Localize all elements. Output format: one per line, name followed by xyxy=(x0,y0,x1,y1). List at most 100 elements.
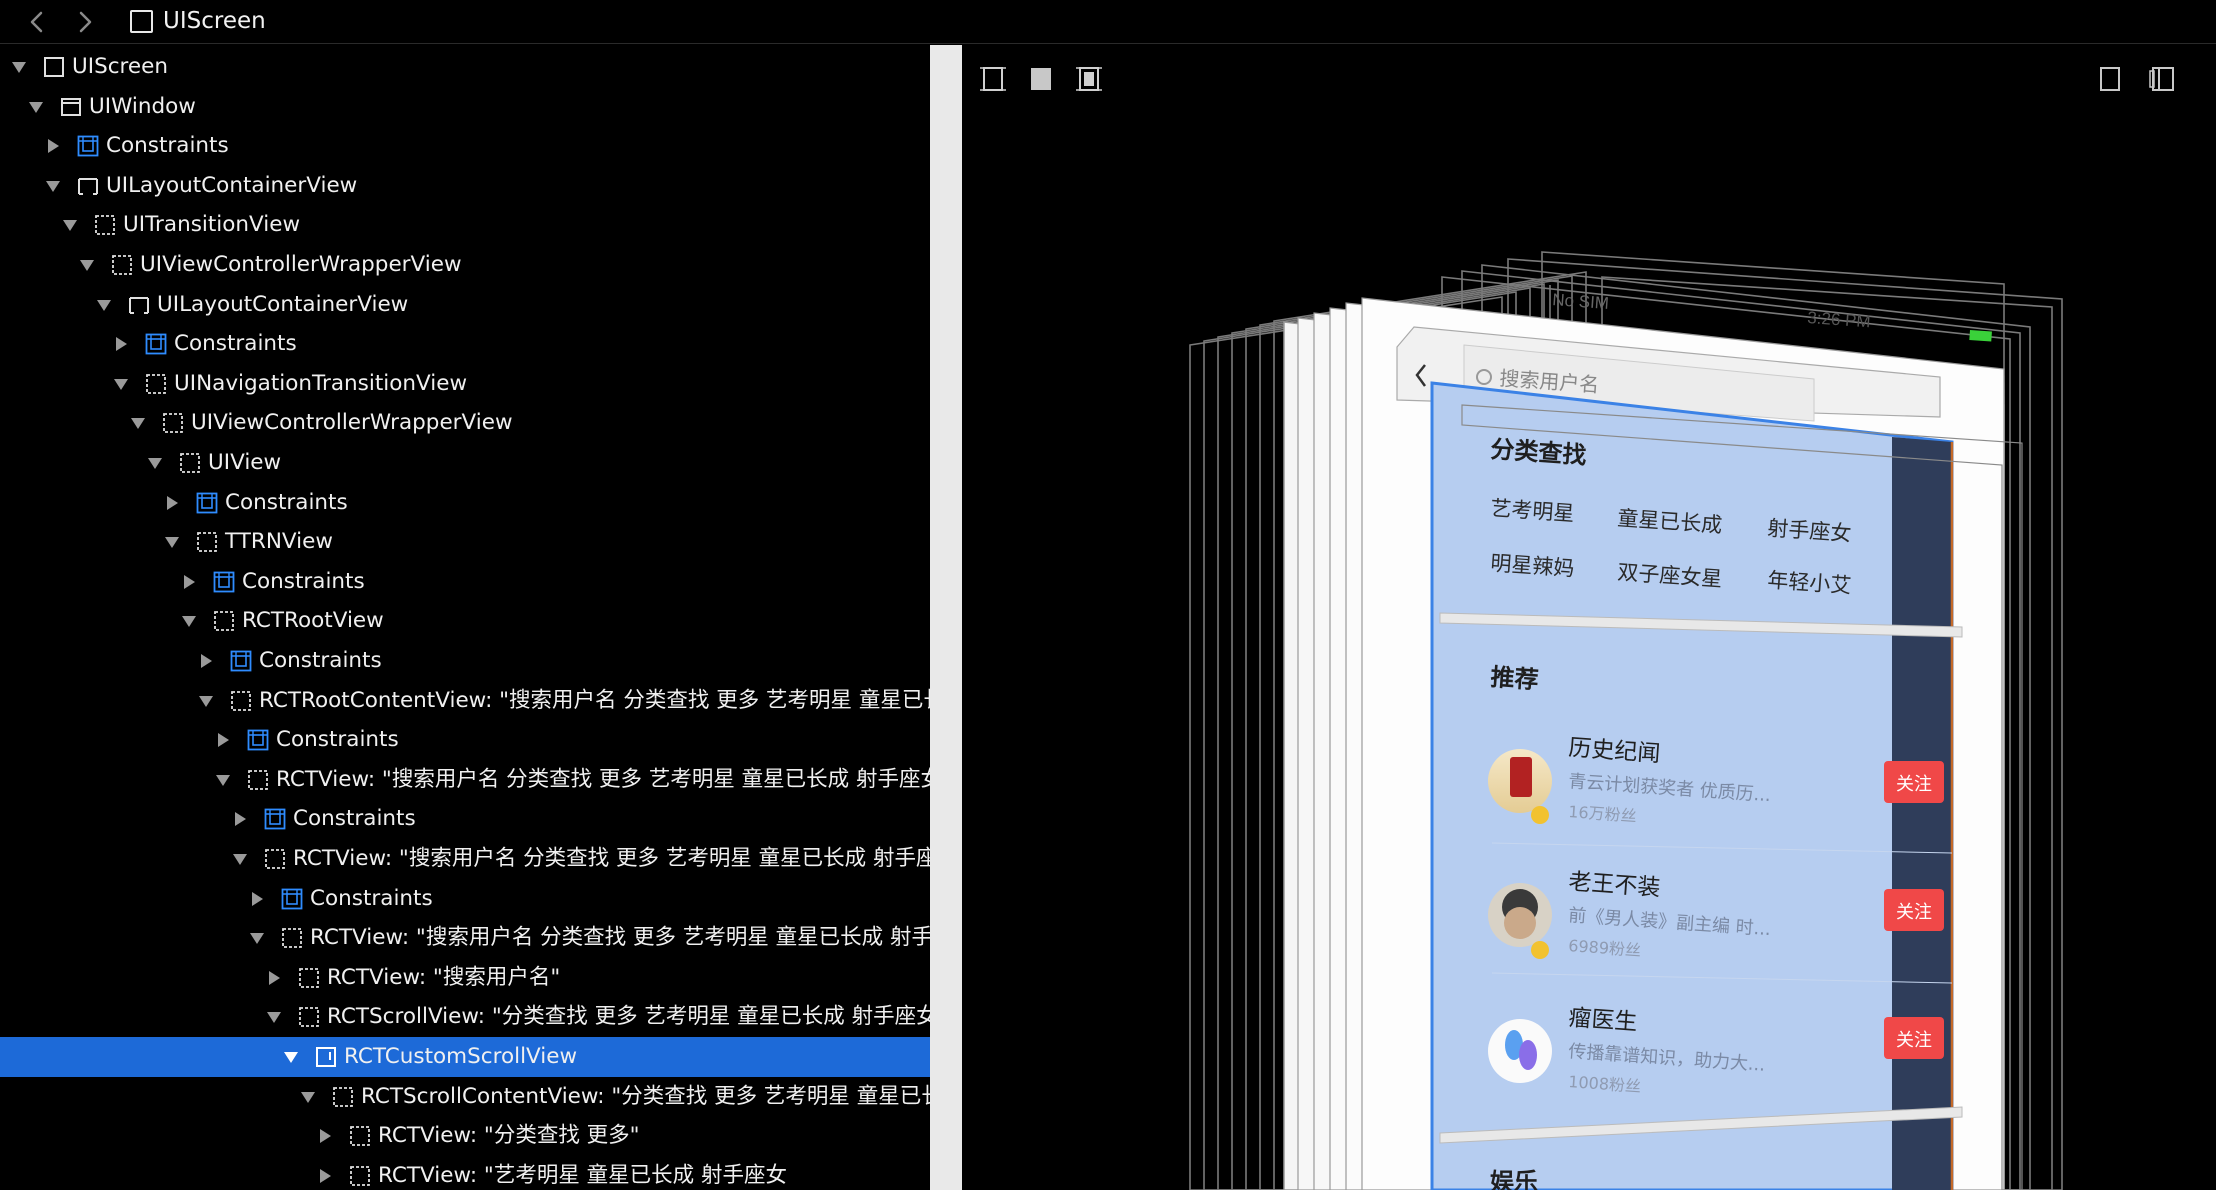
screen-icon xyxy=(43,56,65,78)
view-icon xyxy=(111,254,133,276)
disclosure-collapsed-icon[interactable] xyxy=(197,653,215,669)
disclosure-expanded-icon[interactable] xyxy=(231,851,249,867)
tree-row[interactable]: Constraints xyxy=(0,126,930,166)
tree-row[interactable]: RCTView: "搜索用户名 分类查找 更多 艺考明星 童星已长成 射手座女 xyxy=(0,839,930,879)
tree-row[interactable]: Constraints xyxy=(0,799,930,839)
tree-row[interactable]: TTRNView xyxy=(0,522,930,562)
tree-row[interactable]: RCTRootContentView: "搜索用户名 分类查找 更多 艺考明星 … xyxy=(0,681,930,721)
constraints-icon xyxy=(264,808,286,830)
view-icon xyxy=(264,848,286,870)
tree-row-label: UINavigationTransitionView xyxy=(174,370,468,396)
tree-row-label: UIWindow xyxy=(89,93,196,119)
disclosure-expanded-icon[interactable] xyxy=(44,178,62,194)
constraints-icon xyxy=(230,650,252,672)
disclosure-collapsed-icon[interactable] xyxy=(316,1168,334,1184)
tree-row[interactable]: RCTView: "分类查找 更多" xyxy=(0,1116,930,1156)
disclosure-collapsed-icon[interactable] xyxy=(231,811,249,827)
disclosure-expanded-icon[interactable] xyxy=(163,534,181,550)
disclosure-expanded-icon[interactable] xyxy=(214,772,232,788)
tree-row[interactable]: Constraints xyxy=(0,483,930,523)
tree-row[interactable]: RCTView: "搜索用户名" xyxy=(0,958,930,998)
view-hierarchy-tree[interactable]: UIScreen UIWindow Constraints UILayoutConta… xyxy=(0,45,930,1190)
tree-row[interactable]: Constraints xyxy=(0,720,930,760)
tree-row[interactable]: RCTView: "搜索用户名 分类查找 更多 艺考明星 童星已长成 射手座女 xyxy=(0,918,930,958)
tree-row-label: UILayoutContainerView xyxy=(157,291,409,317)
tree-row-label: RCTScrollContentView: "分类查找 更多 艺考明星 童星已长… xyxy=(361,1083,930,1109)
tree-row-label: UIScreen xyxy=(72,54,168,79)
tree-row-label: Constraints xyxy=(276,727,399,753)
tree-row[interactable]: Constraints xyxy=(0,324,930,364)
view-icon xyxy=(162,412,184,434)
chevron-right-icon[interactable] xyxy=(68,5,102,39)
tree-row-selected[interactable]: RCTCustomScrollView xyxy=(0,1037,930,1077)
view-icon xyxy=(145,373,167,395)
tree-row-label: RCTRootView xyxy=(242,608,384,634)
disclosure-collapsed-icon[interactable] xyxy=(112,336,130,352)
tree-row[interactable]: UIViewControllerWrapperView xyxy=(0,403,930,443)
disclosure-expanded-icon[interactable] xyxy=(299,1089,317,1105)
disclosure-expanded-icon[interactable] xyxy=(180,613,198,629)
constraints-icon xyxy=(213,571,235,593)
disclosure-expanded-icon[interactable] xyxy=(95,297,113,313)
disclosure-expanded-icon[interactable] xyxy=(129,415,147,431)
tree-row[interactable]: UIView xyxy=(0,443,930,483)
tree-row[interactable]: UIWindow xyxy=(0,87,930,127)
disclosure-collapsed-icon[interactable] xyxy=(214,732,232,748)
tree-row[interactable]: UILayoutContainerView xyxy=(0,166,930,206)
view-debugger-canvas[interactable]: No SIM 3:26 PM 搜索用户名 分类查找 艺考明星 童星已长成 射手座… xyxy=(962,45,2216,1190)
view-icon xyxy=(230,690,252,712)
tree-row[interactable]: RCTView: "艺考明星 童星已长成 射手座女 xyxy=(0,1156,930,1190)
tree-row[interactable]: RCTRootView xyxy=(0,601,930,641)
tree-row-label: RCTCustomScrollView xyxy=(344,1044,578,1069)
tree-row[interactable]: UITransitionView xyxy=(0,205,930,245)
disclosure-expanded-icon[interactable] xyxy=(197,693,215,709)
tree-row-label: RCTView: "搜索用户名 分类查找 更多 艺考明星 童星已长成 射手座女 xyxy=(276,766,930,792)
disclosure-expanded-icon[interactable] xyxy=(27,99,45,115)
disclosure-collapsed-icon[interactable] xyxy=(44,138,62,154)
disclosure-expanded-icon[interactable] xyxy=(146,455,164,471)
follow-label: 关注 xyxy=(1896,902,1932,923)
view-icon xyxy=(281,927,303,949)
tree-row-label: RCTRootContentView: "搜索用户名 分类查找 更多 艺考明星 … xyxy=(259,687,930,713)
disclosure-collapsed-icon[interactable] xyxy=(316,1128,334,1144)
disclosure-expanded-icon[interactable] xyxy=(265,1009,283,1025)
disclosure-collapsed-icon[interactable] xyxy=(265,970,283,986)
tree-row[interactable]: UIScreen xyxy=(0,47,930,87)
constraints-icon xyxy=(281,888,303,910)
tree-row-label: Constraints xyxy=(310,885,433,911)
tree-row[interactable]: UILayoutContainerView xyxy=(0,285,930,325)
layout-icon xyxy=(77,175,99,197)
disclosure-collapsed-icon[interactable] xyxy=(180,574,198,590)
tree-row-label: Constraints xyxy=(225,489,348,515)
tree-row[interactable]: RCTScrollContentView: "分类查找 更多 艺考明星 童星已长… xyxy=(0,1077,930,1117)
battery-icon xyxy=(1969,330,1992,342)
status-carrier: No SIM xyxy=(1552,290,1610,313)
tree-row-label: Constraints xyxy=(293,806,416,832)
pane-divider[interactable] xyxy=(930,45,962,1190)
disclosure-expanded-icon[interactable] xyxy=(10,59,28,75)
layout-icon xyxy=(128,294,150,316)
disclosure-expanded-icon[interactable] xyxy=(78,257,96,273)
disclosure-collapsed-icon[interactable] xyxy=(248,891,266,907)
disclosure-expanded-icon[interactable] xyxy=(282,1049,300,1065)
view-icon xyxy=(298,967,320,989)
tree-row[interactable]: Constraints xyxy=(0,641,930,681)
tree-row[interactable]: RCTView: "搜索用户名 分类查找 更多 艺考明星 童星已长成 射手座女 xyxy=(0,760,930,800)
tree-row-label: RCTScrollView: "分类查找 更多 艺考明星 童星已长成 射手座女 xyxy=(327,1004,930,1030)
tree-row-label: UILayoutContainerView xyxy=(106,172,358,198)
tree-row[interactable]: Constraints xyxy=(0,879,930,919)
title-bar: UIScreen xyxy=(0,0,2216,44)
disclosure-expanded-icon[interactable] xyxy=(248,930,266,946)
window-icon xyxy=(60,96,82,118)
tree-row-label: RCTView: "搜索用户名" xyxy=(327,964,561,990)
tree-row[interactable]: RCTScrollView: "分类查找 更多 艺考明星 童星已长成 射手座女 xyxy=(0,997,930,1037)
disclosure-expanded-icon[interactable] xyxy=(61,217,79,233)
disclosure-expanded-icon[interactable] xyxy=(112,376,130,392)
chevron-left-icon[interactable] xyxy=(20,5,54,39)
tree-row[interactable]: UINavigationTransitionView xyxy=(0,364,930,404)
tree-row-label: UIView xyxy=(208,450,282,475)
tree-row[interactable]: Constraints xyxy=(0,562,930,602)
exploded-view-hierarchy[interactable]: No SIM 3:26 PM 搜索用户名 分类查找 艺考明星 童星已长成 射手座… xyxy=(962,45,2216,1190)
tree-row[interactable]: UIViewControllerWrapperView xyxy=(0,245,930,285)
disclosure-collapsed-icon[interactable] xyxy=(163,495,181,511)
